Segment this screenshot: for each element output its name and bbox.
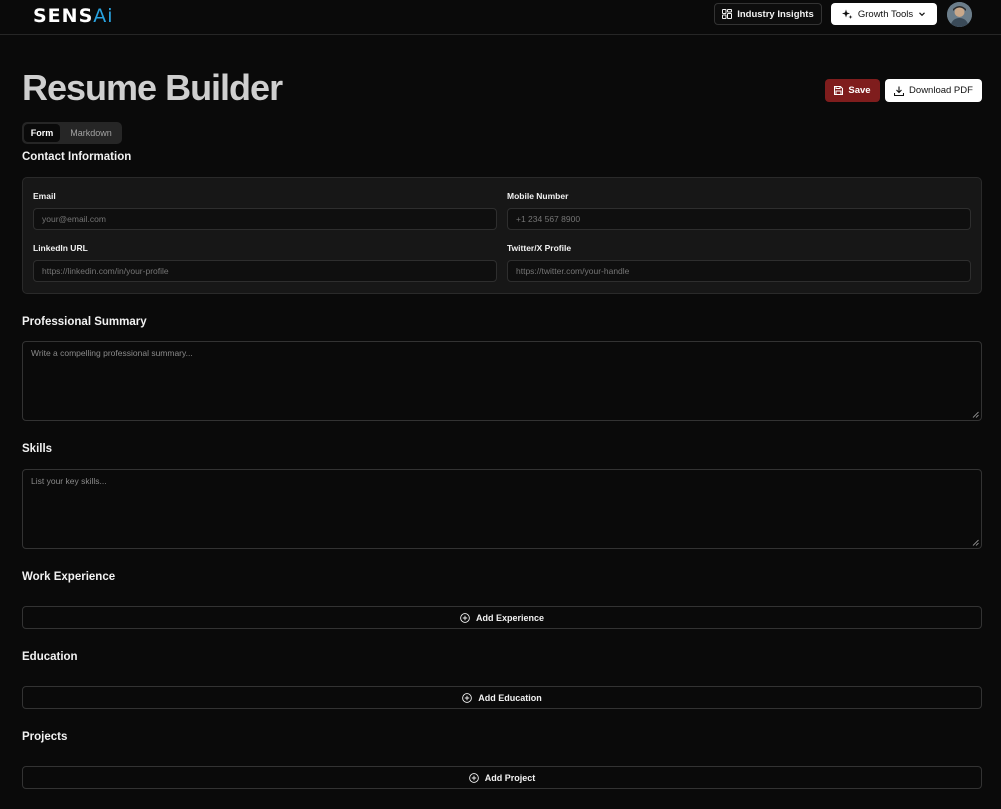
education-heading: Education [22,651,78,663]
user-avatar[interactable] [947,2,972,27]
add-project-label: Add Project [484,772,536,783]
sparkles-icon [841,9,853,20]
top-navbar: SENSAi Industry Insights Growth Tools [0,0,1001,35]
work-experience-heading: Work Experience [22,571,116,583]
professional-summary-heading: Professional Summary [22,316,147,328]
professional-summary-textarea[interactable]: Write a compelling professional summary.… [22,341,982,421]
industry-insights-button[interactable]: Industry Insights [714,3,822,25]
mobile-number-label: Mobile Number [507,191,569,201]
projects-heading: Projects [22,731,68,743]
save-icon [834,86,844,95]
tab-form[interactable]: Form [24,124,60,142]
resize-handle-icon[interactable] [972,539,979,546]
add-education-button[interactable]: Add Education [22,686,982,709]
skills-placeholder: List your key skills... [31,476,107,486]
linkedin-url-label: LinkedIn URL [33,243,88,253]
contact-information-card: Email Mobile Number LinkedIn URL Twitter… [22,177,982,294]
layout-dashboard-icon [722,9,733,19]
skills-heading: Skills [22,443,53,455]
chevron-down-icon [918,10,926,18]
twitter-profile-label: Twitter/X Profile [507,243,572,253]
plus-circle-icon [468,772,479,783]
download-pdf-label: Download PDF [909,85,973,96]
email-label: Email [33,191,56,201]
add-experience-button[interactable]: Add Experience [22,606,982,629]
page-title: Resume Builder [22,67,283,108]
plus-circle-icon [460,612,470,623]
sensai-logo[interactable]: SENSAi [33,4,114,28]
download-icon [894,86,905,96]
add-experience-label: Add Experience [475,612,545,623]
add-project-button[interactable]: Add Project [22,766,982,789]
industry-insights-label: Industry Insights [737,8,814,20]
growth-tools-dropdown[interactable]: Growth Tools [831,3,937,25]
twitter-profile-field[interactable] [507,260,971,282]
linkedin-url-field[interactable] [33,260,497,282]
logo-accent-text: Ai [93,5,114,27]
mobile-number-field[interactable] [507,208,971,230]
save-button[interactable]: Save [825,79,880,102]
plus-circle-icon [462,692,473,703]
download-pdf-button[interactable]: Download PDF [885,79,982,102]
add-education-label: Add Education [478,692,542,703]
contact-information-heading: Contact Information [22,151,132,163]
professional-summary-placeholder: Write a compelling professional summary.… [31,348,193,358]
email-field[interactable] [33,208,497,230]
save-label: Save [848,85,871,96]
skills-textarea[interactable]: List your key skills... [22,469,982,549]
tab-markdown[interactable]: Markdown [62,124,120,142]
growth-tools-label: Growth Tools [857,8,914,20]
editor-mode-tabs: Form Markdown [22,122,122,144]
logo-text: SENS [33,5,94,27]
resize-handle-icon[interactable] [972,411,979,418]
